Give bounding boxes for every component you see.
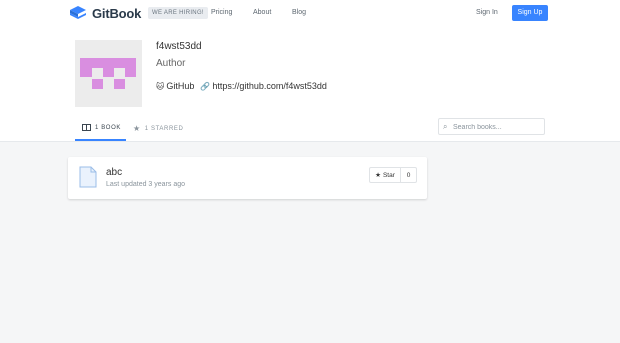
avatar: [75, 40, 142, 107]
book-title[interactable]: abc: [106, 167, 122, 178]
hiring-badge[interactable]: WE ARE HIRING!: [148, 7, 208, 19]
gitbook-logo-icon: [70, 6, 86, 19]
nav-link-blog[interactable]: Blog: [292, 9, 306, 16]
tab-books-label: 1 BOOK: [95, 124, 121, 131]
document-icon: [79, 166, 97, 188]
brand-name: GitBook: [92, 5, 142, 21]
sign-up-button[interactable]: Sign Up: [512, 5, 548, 21]
book-card[interactable]: abc Last updated 3 years ago ★ Star 0: [68, 157, 427, 199]
star-button[interactable]: ★ Star 0: [369, 167, 417, 183]
tab-books[interactable]: 1 BOOK: [82, 124, 121, 131]
profile-links: 🐱 GitHub 🔗 https://github.com/f4wst53dd: [156, 81, 327, 91]
star-count: 0: [406, 171, 411, 179]
tab-starred[interactable]: ★ 1 STARRED: [133, 124, 183, 133]
star-label-text: Star: [382, 171, 395, 179]
nav-link-about[interactable]: About: [253, 9, 271, 16]
nav-link-pricing[interactable]: Pricing: [211, 9, 232, 16]
profile-header: f4wst53dd Author 🐱 GitHub 🔗 https://gith…: [0, 27, 620, 142]
profile-username: f4wst53dd: [156, 41, 202, 52]
github-link[interactable]: GitHub: [166, 81, 194, 91]
sign-in-link[interactable]: Sign In: [476, 9, 498, 16]
github-icon: 🐱: [156, 81, 165, 91]
star-icon: ★: [133, 124, 141, 133]
active-tab-indicator: [75, 139, 126, 141]
profile-role: Author: [156, 58, 186, 69]
search-input[interactable]: [453, 121, 541, 133]
book-updated: Last updated 3 years ago: [106, 181, 186, 188]
top-navbar: GitBook WE ARE HIRING! Pricing About Blo…: [0, 0, 620, 27]
search-icon: ⌕: [443, 122, 448, 131]
book-icon: [82, 124, 91, 131]
gitbook-logo[interactable]: GitBook: [68, 5, 141, 21]
tab-starred-label: 1 STARRED: [144, 125, 184, 132]
star-button-label: ★ Star: [370, 168, 401, 182]
link-icon: 🔗: [200, 81, 211, 91]
search-books: ⌕: [438, 118, 545, 135]
star-icon: ★: [375, 172, 381, 179]
website-link[interactable]: https://github.com/f4wst53dd: [212, 81, 327, 91]
